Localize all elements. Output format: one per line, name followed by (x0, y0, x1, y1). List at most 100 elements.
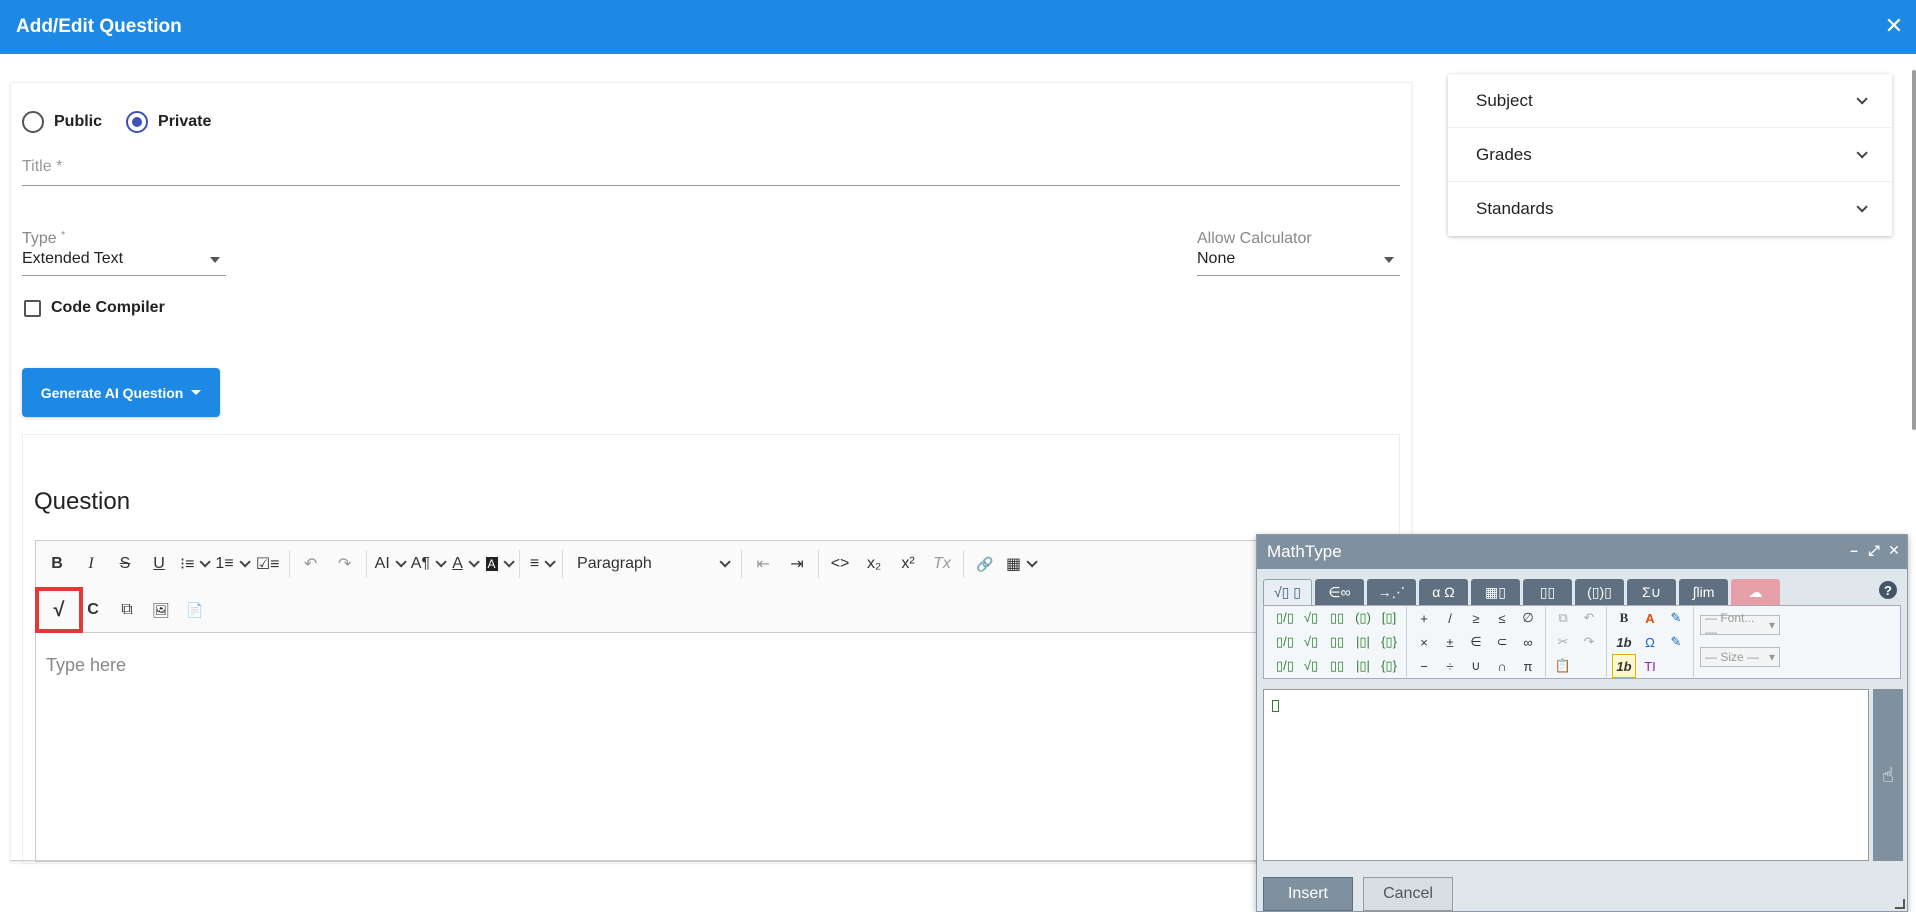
insert-media-icon[interactable]: ⧉ (110, 594, 144, 626)
cancel-button[interactable]: Cancel (1363, 877, 1453, 911)
italic-icon[interactable]: 1b (1613, 631, 1635, 653)
fraction-icon[interactable]: ▯/▯ (1274, 631, 1296, 653)
accordion-item-grades[interactable]: Grades (1448, 128, 1892, 182)
insert-button[interactable]: Insert (1263, 877, 1353, 911)
strikethrough-icon[interactable]: S (108, 548, 142, 580)
abs-value-icon[interactable]: |▯| (1352, 631, 1374, 653)
public-radio-label[interactable]: Public (54, 113, 102, 131)
square-brackets-icon[interactable]: [▯] (1378, 607, 1400, 629)
math-formula-icon[interactable]: √ (35, 587, 83, 633)
minus-icon[interactable]: − (1413, 655, 1435, 677)
italic-icon[interactable]: I (74, 548, 108, 580)
tab-brackets[interactable]: (▯)▯ (1575, 579, 1624, 605)
element-of-icon[interactable]: ∈ (1465, 631, 1487, 653)
align-icon[interactable]: ≡ (524, 548, 558, 580)
close-icon[interactable]: ✕ (1882, 14, 1906, 38)
tab-big-operators[interactable]: Σ∪ (1627, 579, 1676, 605)
infinity-icon[interactable]: ∞ (1517, 631, 1539, 653)
close-icon[interactable]: ✕ (1887, 542, 1901, 559)
special-chars-icon[interactable]: Ω (1639, 631, 1661, 653)
help-icon[interactable]: ? (1879, 581, 1897, 599)
undo-icon[interactable]: ↶ (294, 548, 328, 580)
link-icon[interactable]: 🔗 (968, 548, 1002, 580)
sqrt-icon[interactable]: √▯ (1300, 607, 1322, 629)
font-size-icon[interactable]: AI (371, 548, 407, 580)
divide-slash-icon[interactable]: / (1439, 607, 1461, 629)
norm-icon[interactable]: |▯| (1352, 655, 1374, 677)
tab-matrices[interactable]: ▦▯ (1471, 579, 1520, 605)
accordion-item-standards[interactable]: Standards (1448, 182, 1892, 236)
minimize-icon[interactable]: – (1847, 542, 1861, 559)
pi-icon[interactable]: π (1517, 655, 1539, 677)
font-select[interactable]: — Font... — ▾ (1700, 611, 1780, 639)
indent-icon[interactable]: ⇥ (780, 548, 814, 580)
redo-icon[interactable]: ↷ (1578, 631, 1600, 653)
bulleted-list-icon[interactable]: ⁝≡ (176, 548, 211, 580)
code-icon[interactable]: <> (823, 548, 857, 580)
tab-general[interactable]: √▯ ▯ (1263, 579, 1312, 605)
calculator-select[interactable]: Allow Calculator None (1197, 230, 1400, 276)
code-compiler-option[interactable]: Code Compiler (24, 299, 165, 317)
undo-icon[interactable]: ↶ (1578, 607, 1600, 629)
sqrt-icon[interactable]: √▯ (1300, 631, 1322, 653)
mathtype-titlebar[interactable]: MathType – ⤢ ✕ (1257, 535, 1907, 569)
tab-calculus[interactable]: ∫lim (1679, 579, 1728, 605)
accordion-item-subject[interactable]: Subject (1448, 74, 1892, 128)
title-input[interactable]: Title * (22, 158, 1400, 186)
fraction-icon[interactable]: ▯/▯ (1274, 655, 1296, 677)
document-icon[interactable]: 📄 (178, 594, 212, 626)
mathtype-canvas[interactable] (1263, 689, 1869, 861)
superscript-icon[interactable]: ▯▯ (1326, 607, 1348, 629)
public-radio[interactable] (22, 111, 44, 133)
text-mode-icon[interactable]: TI (1639, 655, 1661, 677)
divide-icon[interactable]: ÷ (1439, 655, 1461, 677)
size-select[interactable]: — Size — ▾ (1700, 647, 1780, 667)
curly-brackets-icon[interactable]: {▯} (1378, 655, 1400, 677)
font-color-icon[interactable]: A (447, 548, 481, 580)
private-radio[interactable] (126, 111, 149, 133)
superscript-icon[interactable]: x² (891, 548, 925, 580)
page-scrollbar[interactable] (1912, 70, 1916, 430)
font-family-icon[interactable]: A¶ (407, 548, 447, 580)
tab-arrows[interactable]: →⋰ (1367, 579, 1416, 605)
greater-equal-icon[interactable]: ≥ (1465, 607, 1487, 629)
resize-handle-icon[interactable] (1895, 899, 1905, 909)
handwriting-toggle-icon[interactable]: ☝ (1873, 689, 1903, 861)
todo-list-icon[interactable]: ☑≡ (251, 548, 285, 580)
less-equal-icon[interactable]: ≤ (1491, 607, 1513, 629)
bold-icon[interactable]: B (40, 548, 74, 580)
union-icon[interactable]: ∪ (1465, 655, 1487, 677)
cut-icon[interactable]: ✂ (1552, 631, 1574, 653)
fraction-icon[interactable]: ▯/▯ (1274, 607, 1296, 629)
maximize-icon[interactable]: ⤢ (1867, 542, 1881, 559)
rtl-icon[interactable]: ✎ (1665, 631, 1687, 653)
clear-format-icon[interactable]: Tx (925, 548, 959, 580)
background-color-icon[interactable]: A (481, 548, 515, 580)
code-compiler-checkbox[interactable] (24, 299, 41, 317)
chemistry-icon[interactable]: C (76, 594, 110, 626)
subset-icon[interactable]: ⊂ (1491, 631, 1513, 653)
plus-minus-icon[interactable]: ± (1439, 631, 1461, 653)
auto-italic-icon[interactable]: 1b (1612, 654, 1636, 678)
numbered-list-icon[interactable]: 1≡ (211, 548, 250, 580)
redo-icon[interactable]: ↷ (328, 548, 362, 580)
bold-icon[interactable]: B (1613, 607, 1635, 629)
text-color-icon[interactable]: A (1639, 607, 1661, 629)
nth-root-icon[interactable]: √▯ (1300, 655, 1322, 677)
question-editor-placeholder[interactable]: Type here (46, 655, 126, 676)
times-icon[interactable]: × (1413, 631, 1435, 653)
subsup-icon[interactable]: ▯▯ (1326, 655, 1348, 677)
curly-brackets-icon[interactable]: {▯} (1378, 631, 1400, 653)
table-icon[interactable]: ▦ (1002, 548, 1038, 580)
empty-set-icon[interactable]: ∅ (1517, 607, 1539, 629)
paste-icon[interactable]: 📋 (1552, 655, 1574, 677)
paragraph-style-select[interactable]: Paragraph (567, 548, 737, 580)
type-select[interactable]: Type * Extended Text (22, 230, 226, 276)
subscript-icon[interactable]: ▯▯ (1326, 631, 1348, 653)
tab-contextual[interactable]: ☁ (1731, 579, 1780, 605)
parentheses-icon[interactable]: (▯) (1352, 607, 1374, 629)
tab-greek[interactable]: α Ω (1419, 579, 1468, 605)
private-radio-label[interactable]: Private (158, 113, 211, 131)
subscript-icon[interactable]: x₂ (857, 548, 891, 580)
insert-image-icon[interactable]: 🖼 (144, 594, 178, 626)
